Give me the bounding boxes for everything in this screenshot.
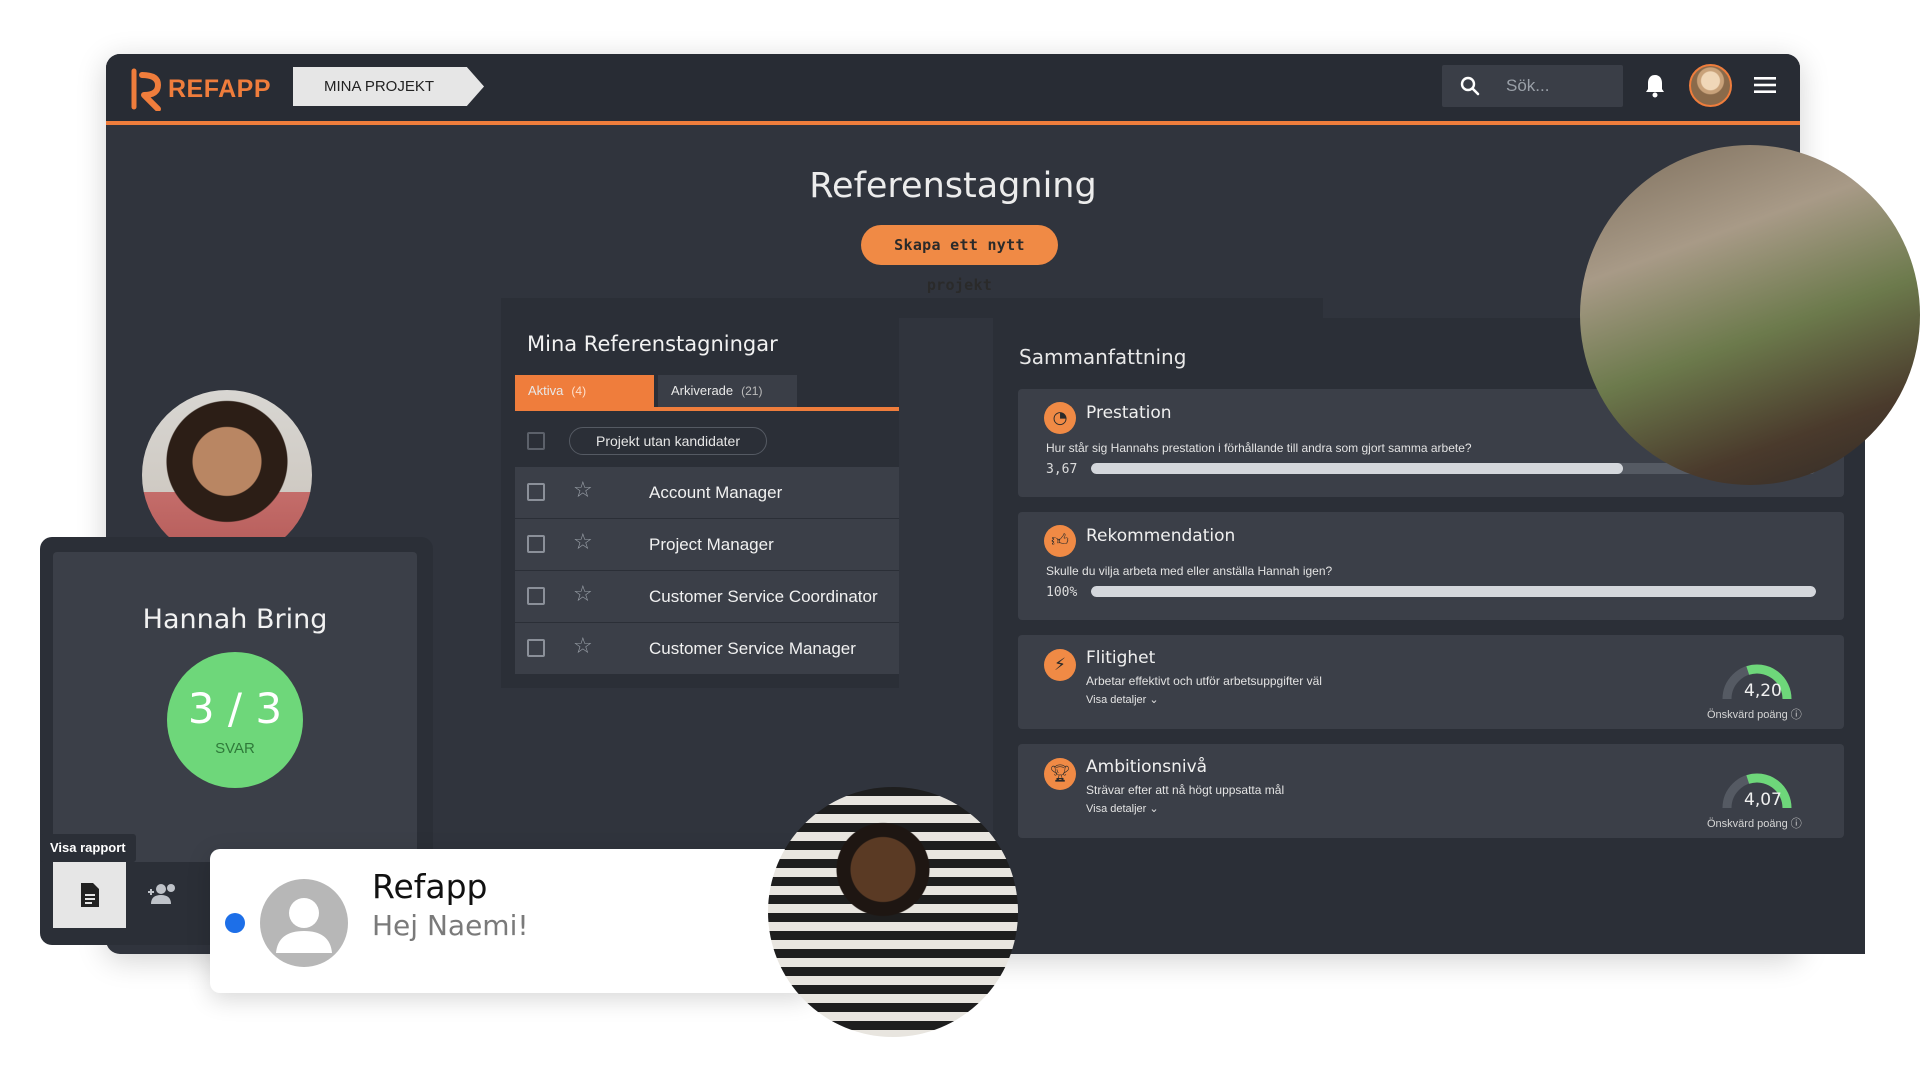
logo-text: REFAPP [168,74,272,103]
tab-archived[interactable]: Arkiverade (21) [658,375,797,407]
desired-score-text: Önskvärd poäng [1707,818,1788,830]
star-icon[interactable]: ☆ [573,584,593,606]
desired-score-text: Önskvärd poäng [1707,709,1788,721]
summary-card-recommendation: 👍︎ Rekommendation Skulle du vilja arbeta… [1018,512,1844,620]
list-item[interactable]: ☆ Customer Service Manager [515,623,899,674]
progress-fill [1091,463,1624,474]
card-title: Prestation [1086,403,1172,423]
star-icon[interactable]: ☆ [573,532,593,554]
summary-card-ambition: 🏆︎ Ambitionsnivå Strävar efter att nå hö… [1018,744,1844,838]
select-all-checkbox[interactable] [527,432,545,450]
star-icon[interactable]: ☆ [573,480,593,502]
add-people-icon[interactable] [147,882,181,906]
tab-count: (21) [741,384,763,398]
gauge-score: 4,07 [1744,790,1782,810]
thumbs-up-icon: 👍︎ [1044,525,1076,557]
tab-label: Aktiva [528,383,564,398]
details-label: Visa detaljer [1086,694,1147,706]
desired-score-label[interactable]: Önskvärd poäng ⓘ [1707,706,1802,722]
help-icon[interactable]: ⓘ [1791,709,1802,721]
candidate-summary: Hannah Bring 3 / 3 SVAR [53,552,417,862]
tab-active[interactable]: Aktiva (4) [515,375,654,407]
progress-fill [1091,586,1816,597]
notification-title: Refapp [372,867,488,906]
panel-top-strip [899,298,1323,318]
search-icon [1460,76,1480,96]
list-item[interactable]: ☆ Project Manager [515,519,899,570]
card-question: Hur står sig Hannahs prestation i förhål… [1046,441,1472,455]
user-photo [768,787,1018,1037]
search-input[interactable]: Sök... [1506,76,1549,96]
project-name[interactable]: Project Manager [649,535,774,555]
list-title: Mina Referenstagningar [527,332,778,356]
view-report-tooltip: Visa rapport [40,834,136,862]
notification-message: Hej Naemi! [372,909,529,942]
team-photo [1580,145,1920,485]
summary-card-diligence: ⚡︎ Flitighet Arbetar effektivt och utför… [1018,635,1844,729]
help-icon[interactable]: ⓘ [1791,818,1802,830]
user-avatar[interactable] [1689,64,1732,107]
answers-score-badge: 3 / 3 SVAR [167,652,303,788]
breadcrumb-my-projects[interactable]: MINA PROJEKT [293,67,485,106]
document-icon [81,883,99,907]
progress-bar [1091,586,1816,597]
tab-count: (4) [571,384,587,398]
filter-row: Projekt utan kandidater [515,424,899,458]
row-checkbox[interactable] [527,587,545,605]
avatar-placeholder-icon [260,879,348,967]
card-question: Skulle du vilja arbeta med eller anställ… [1046,564,1333,578]
search-box[interactable]: Sök... [1442,65,1623,107]
card-value: 3,67 [1046,462,1078,477]
trophy-icon: 🏆︎ [1044,758,1076,790]
desired-score-label[interactable]: Önskvärd poäng ⓘ [1707,815,1802,831]
gauge-icon: ◔ [1044,402,1076,434]
view-report-button[interactable] [53,862,126,928]
star-icon[interactable]: ☆ [573,636,593,658]
project-name[interactable]: Customer Service Coordinator [649,587,878,607]
logo-mark-icon [131,68,161,111]
card-value: 100% [1046,585,1078,600]
candidate-photo [142,390,312,560]
answers-label: SVAR [215,740,255,757]
bell-icon[interactable] [1644,72,1666,98]
answers-score: 3 / 3 [187,684,283,733]
card-title: Rekommendation [1086,526,1236,546]
list-item[interactable]: ☆ Customer Service Coordinator [515,571,899,622]
push-notification[interactable]: Refapp Hej Naemi! [210,849,810,993]
row-checkbox[interactable] [527,639,545,657]
card-title: Flitighet [1086,648,1156,668]
chevron-down-icon: ⌄ [1149,694,1159,706]
show-details-link[interactable]: Visa detaljer ⌄ [1086,802,1159,815]
show-details-link[interactable]: Visa detaljer ⌄ [1086,693,1159,706]
row-checkbox[interactable] [527,535,545,553]
gauge-score: 4,20 [1744,681,1782,701]
hamburger-menu-icon[interactable] [1754,76,1776,94]
project-name[interactable]: Account Manager [649,483,782,503]
tab-label: Arkiverade [671,383,734,398]
create-project-button[interactable]: Skapa ett nytt projekt [861,225,1058,294]
details-label: Visa detaljer [1086,803,1147,815]
list-item[interactable]: ☆ Account Manager [515,467,899,518]
filter-projects-without-candidates[interactable]: Projekt utan kandidater [569,427,767,455]
summary-title: Sammanfattning [1019,345,1187,369]
card-subtitle: Strävar efter att nå högt uppsatta mål [1086,783,1285,797]
card-subtitle: Arbetar effektivt och utför arbetsuppgif… [1086,674,1322,688]
unread-dot [225,913,245,933]
card-title: Ambitionsnivå [1086,757,1208,777]
references-list-panel: Mina Referenstagningar Aktiva (4) Arkiver… [501,298,899,688]
chevron-down-icon: ⌄ [1149,803,1159,815]
tabs: Aktiva (4) Arkiverade (21) [515,375,899,411]
project-name[interactable]: Customer Service Manager [649,639,856,659]
candidate-name: Hannah Bring [142,604,328,635]
top-bar: REFAPP MINA PROJEKT Sök... [106,54,1800,125]
page-title: Referenstagning [809,166,1097,206]
refapp-logo[interactable]: REFAPP [128,64,271,114]
row-checkbox[interactable] [527,483,545,501]
lightning-icon: ⚡︎ [1044,649,1076,681]
project-list: ☆ Account Manager ☆ Project Manager ☆ Cu… [515,467,899,675]
